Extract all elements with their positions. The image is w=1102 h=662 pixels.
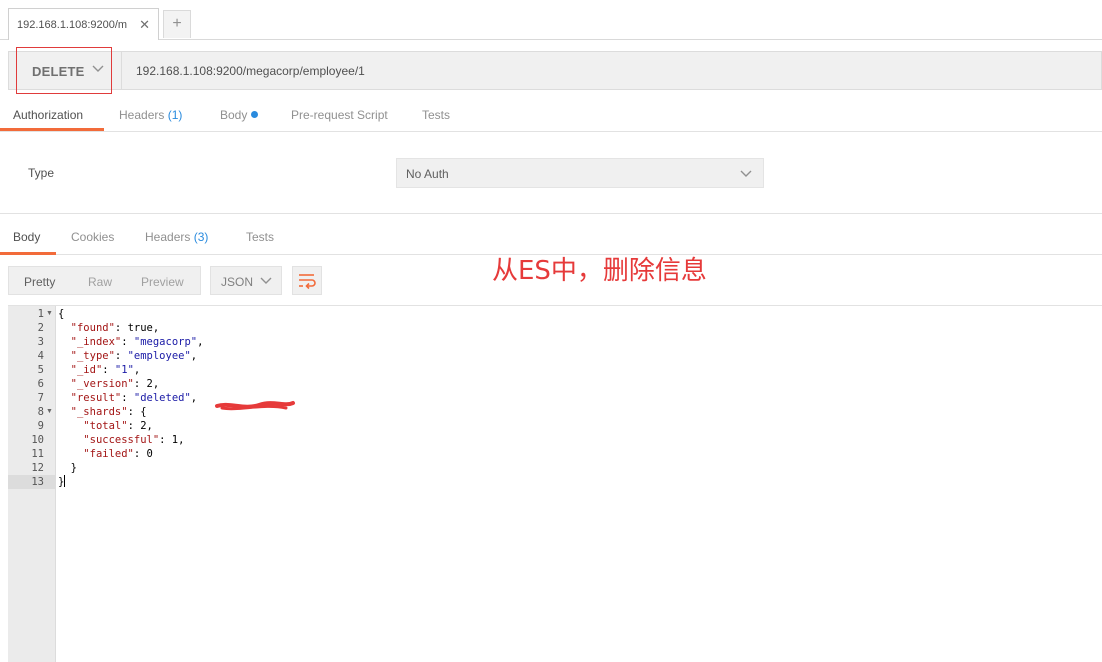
active-resp-tab-underline — [0, 252, 56, 255]
view-preview-button[interactable]: Preview — [141, 275, 184, 289]
method-highlight-box — [16, 47, 112, 94]
url-input[interactable]: 192.168.1.108:9200/megacorp/employee/1 — [136, 64, 365, 78]
resp-tab-headers[interactable]: Headers (3) — [145, 230, 208, 244]
new-tab-button[interactable]: + — [163, 10, 191, 38]
code-line: "total": 2, — [83, 420, 153, 432]
view-pretty-button[interactable]: Pretty — [24, 275, 55, 289]
request-tabs: Authorization Headers (1) Body Pre-reque… — [0, 100, 1102, 132]
annotation-text: 从ES中，删除信息 — [492, 256, 707, 286]
resp-tab-body[interactable]: Body — [13, 230, 40, 244]
line-number: 1 — [37, 308, 44, 320]
resp-tab-tests[interactable]: Tests — [246, 230, 274, 244]
plus-icon: + — [172, 15, 182, 32]
request-tab-title: 192.168.1.108:9200/m — [17, 19, 128, 31]
code-line: } — [58, 462, 77, 474]
tab-tests[interactable]: Tests — [422, 108, 450, 122]
code-line: "_index": "megacorp", — [70, 336, 204, 348]
view-raw-button[interactable]: Raw — [88, 275, 112, 289]
wrap-lines-button[interactable] — [292, 266, 322, 295]
tab-headers[interactable]: Headers (1) — [119, 108, 182, 122]
tab-authorization[interactable]: Authorization — [13, 108, 83, 122]
chevron-down-icon — [260, 277, 272, 284]
line-number: 13 — [31, 476, 44, 488]
resp-tab-headers-label: Headers — [145, 230, 191, 244]
view-mode-group: Pretty Raw Preview — [8, 266, 201, 295]
tab-headers-count: (1) — [167, 108, 183, 122]
line-number: 11 — [31, 448, 44, 460]
auth-type-value: No Auth — [406, 167, 449, 181]
code-line: "_version": 2, — [70, 378, 160, 390]
tab-headers-label: Headers — [119, 108, 165, 122]
auth-type-label: Type — [28, 166, 55, 180]
tab-body-label: Body — [220, 108, 248, 122]
line-number: 2 — [37, 322, 44, 334]
response-editor[interactable]: 1 ▼ 2 3 4 5 6 7 8 ▼ 9 10 11 12 13 { "found": true, "_i… — [8, 305, 1102, 662]
code-line: "found": true, — [70, 322, 160, 334]
line-number: 8 — [37, 406, 44, 418]
active-tab-underline — [0, 128, 104, 131]
line-number: 7 — [37, 392, 44, 404]
body-indicator-dot — [251, 111, 259, 118]
line-number: 5 — [37, 364, 44, 376]
line-number: 6 — [37, 378, 44, 390]
close-icon[interactable]: ✕ — [139, 17, 150, 33]
request-tab[interactable]: 192.168.1.108:9200/m ✕ — [8, 8, 159, 40]
chevron-down-icon — [740, 170, 752, 177]
format-label: JSON — [221, 275, 254, 289]
code-area[interactable]: { "found": true, "_index": "megacorp", "… — [58, 306, 1102, 662]
code-line: "_id": "1", — [70, 364, 141, 376]
fold-arrow-icon[interactable]: ▼ — [46, 307, 53, 321]
line-number-gutter: 1 ▼ 2 3 4 5 6 7 8 ▼ 9 10 11 12 13 — [8, 306, 56, 662]
fold-arrow-icon[interactable]: ▼ — [46, 405, 53, 419]
code-line: "_type": "employee", — [70, 350, 198, 362]
tab-strip: 192.168.1.108:9200/m ✕ + — [0, 0, 1102, 40]
code-line: { — [58, 308, 65, 320]
red-scribble-mark — [215, 401, 295, 411]
request-bar: DELETE 192.168.1.108:9200/megacorp/emplo… — [8, 51, 1102, 90]
section-divider — [0, 213, 1102, 214]
resp-tab-cookies[interactable]: Cookies — [71, 230, 114, 244]
wrap-lines-icon — [299, 274, 316, 290]
line-number: 3 — [37, 336, 44, 348]
resp-tab-headers-count: (3) — [193, 230, 209, 244]
line-number: 4 — [37, 350, 44, 362]
tab-prerequest-script[interactable]: Pre-request Script — [291, 108, 388, 122]
code-line: } — [58, 475, 66, 488]
code-line: "successful": 1, — [83, 434, 185, 446]
auth-type-select[interactable]: No Auth — [396, 158, 764, 188]
line-number: 12 — [31, 462, 44, 474]
format-select[interactable]: JSON — [210, 266, 282, 295]
tab-body[interactable]: Body — [220, 108, 259, 122]
line-number: 10 — [31, 434, 44, 446]
line-number: 9 — [37, 420, 44, 432]
code-line: "failed": 0 — [83, 448, 153, 460]
